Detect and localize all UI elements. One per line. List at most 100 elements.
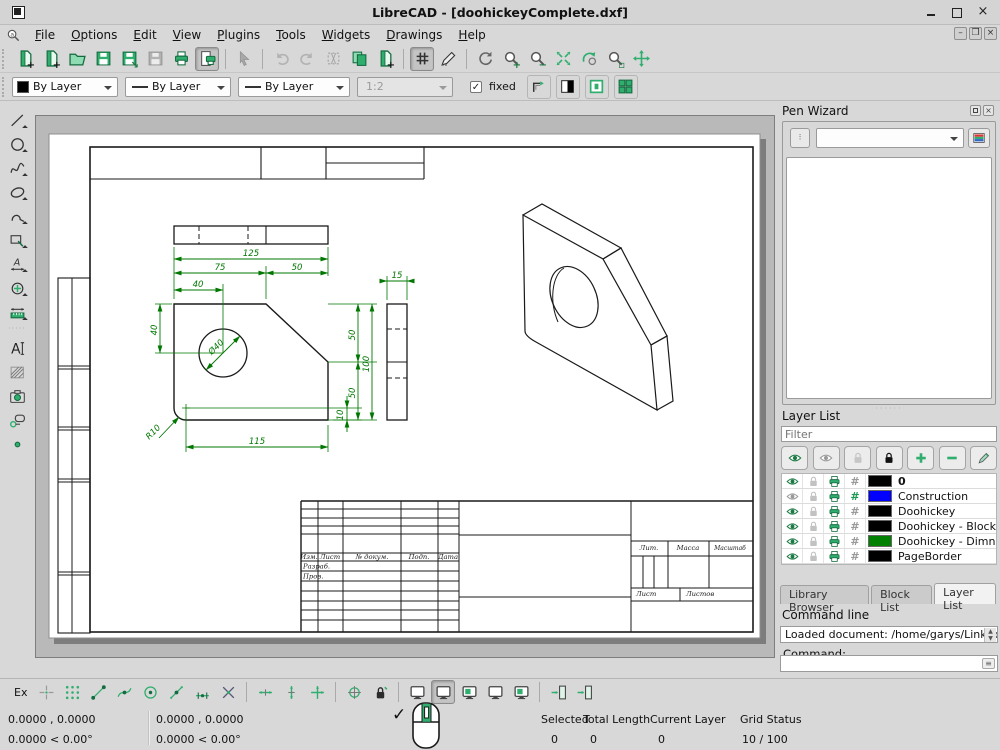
zoom-in-button[interactable]: + [499,47,523,71]
layer-lock-icon[interactable] [803,489,824,503]
circle-tool-button[interactable] [5,132,29,156]
mdi-restore-button[interactable]: ❒ [969,27,982,40]
layer-lock-icon[interactable] [803,549,824,563]
layer-name[interactable]: PageBorder [894,550,962,563]
restrict-vertical-button[interactable] [279,680,303,704]
tab-library-browser[interactable]: Library Browser [780,585,869,604]
menu-options[interactable]: Options [63,26,125,44]
restrict-horizontal-button[interactable] [253,680,277,704]
dimension-aligned-tool-button[interactable] [5,300,29,324]
layer-visibility-eye-icon[interactable] [782,489,803,503]
window-close-button[interactable]: × [976,6,990,19]
toggle-left-dock-button[interactable] [546,680,570,704]
window-maximize-button[interactable] [950,6,964,19]
menu-edit[interactable]: Edit [125,26,164,44]
layer-name[interactable]: Construction [894,490,968,503]
image-tool-button[interactable] [5,384,29,408]
pen-wizard-mode-button[interactable]: ⁝ [790,128,810,148]
draft-mode-3-button[interactable] [457,680,481,704]
drawing-viewport[interactable]: Изм. Лист № докум. Подп. Дата Разраб. Пр… [35,115,775,658]
polyline-tool-button[interactable] [5,204,29,228]
layer-filter-input[interactable] [781,426,997,442]
save-all-button[interactable] [143,47,167,71]
layer-visibility-eye-icon[interactable] [782,474,803,488]
pen-wizard-float-button[interactable] [970,105,981,116]
toolbar-grip[interactable] [2,77,8,97]
snap-distance-button[interactable] [190,680,214,704]
layer-print-icon[interactable] [824,519,845,533]
layer-construction-icon[interactable]: # [845,534,866,548]
menu-widgets[interactable]: Widgets [314,26,379,44]
scale-combo[interactable]: 1:2 [357,77,453,97]
tab-layer-list[interactable]: Layer List [934,583,996,604]
layer-construction-icon[interactable]: # [845,504,866,518]
layer-visibility-eye-icon[interactable] [782,504,803,518]
window-minimize-button[interactable] [924,6,938,19]
snap-grid-button[interactable] [60,680,84,704]
snap-endpoint-button[interactable] [86,680,110,704]
layer-construction-icon[interactable]: # [845,474,866,488]
invert-black-white-button[interactable] [556,75,580,99]
menu-help[interactable]: Help [450,26,493,44]
tab-block-list[interactable]: Block List [871,585,932,604]
save-button[interactable] [91,47,115,71]
command-input[interactable]: ≡ [780,655,998,672]
toolbar-grip[interactable] [2,49,8,69]
lock-relative-zero-button[interactable] [368,680,392,704]
menu-tools[interactable]: Tools [268,26,314,44]
block-tool-button[interactable] [5,408,29,432]
lock-all-layers-button[interactable] [876,446,903,470]
pen-wizard-combo[interactable] [816,128,964,148]
text-tool-button[interactable] [5,336,29,360]
open-file-button[interactable] [65,47,89,71]
command-options-icon[interactable]: ≡ [982,658,995,669]
quad-grid-button[interactable] [614,75,638,99]
layer-lock-icon[interactable] [803,519,824,533]
layer-lock-icon[interactable] [803,504,824,518]
hide-all-layers-button[interactable] [813,446,840,470]
snap-middle-button[interactable] [164,680,188,704]
menu-plugins[interactable]: Plugins [209,26,268,44]
layer-color-swatch[interactable] [868,550,892,562]
layer-color-swatch[interactable] [868,505,892,517]
zoom-pan-button[interactable] [629,47,653,71]
draft-mode-4-button[interactable] [483,680,507,704]
layer-name[interactable]: Doohickey - Dimn [894,535,995,548]
fixed-checkbox[interactable]: ✓ [470,81,482,93]
layer-color-swatch[interactable] [868,490,892,502]
new-from-template-button[interactable]: + [39,47,63,71]
add-layer-button[interactable] [907,446,934,470]
pen-width-combo[interactable]: By Layer [125,77,231,97]
layer-name[interactable]: Doohickey [894,505,955,518]
line-tool-button[interactable] [5,108,29,132]
layer-row[interactable]: # Doohickey - Block [782,519,996,534]
auto-zoom-button[interactable] [551,47,575,71]
layer-construction-icon[interactable]: # [845,519,866,533]
layer-lock-icon[interactable] [803,474,824,488]
redo-button[interactable] [295,47,319,71]
layer-row[interactable]: # PageBorder [782,549,996,564]
layer-print-icon[interactable] [824,534,845,548]
pen-wizard-close-button[interactable]: × [983,105,994,116]
toggle-right-dock-button[interactable] [572,680,596,704]
layer-visibility-eye-icon[interactable] [782,534,803,548]
snap-intersection-button[interactable] [216,680,240,704]
layer-row[interactable]: # Doohickey [782,504,996,519]
layer-visibility-eye-icon[interactable] [782,519,803,533]
layer-print-icon[interactable] [824,474,845,488]
spline-tool-button[interactable] [5,156,29,180]
layer-row[interactable]: # 0 [782,474,996,489]
layer-construction-icon[interactable]: # [845,489,866,503]
draft-mode-5-button[interactable] [509,680,533,704]
menu-file[interactable]: File [27,26,63,44]
layer-row[interactable]: # Construction [782,489,996,504]
drawing-canvas[interactable]: Изм. Лист № докум. Подп. Дата Разраб. Пр… [36,116,774,657]
layer-color-swatch[interactable] [868,475,892,487]
layer-construction-icon[interactable]: # [845,549,866,563]
menu-view[interactable]: View [165,26,209,44]
ellipse-tool-button[interactable] [5,180,29,204]
layer-print-icon[interactable] [824,549,845,563]
copy-button[interactable] [347,47,371,71]
circle-cross-tool-button[interactable] [5,276,29,300]
snap-free-button[interactable] [34,680,58,704]
